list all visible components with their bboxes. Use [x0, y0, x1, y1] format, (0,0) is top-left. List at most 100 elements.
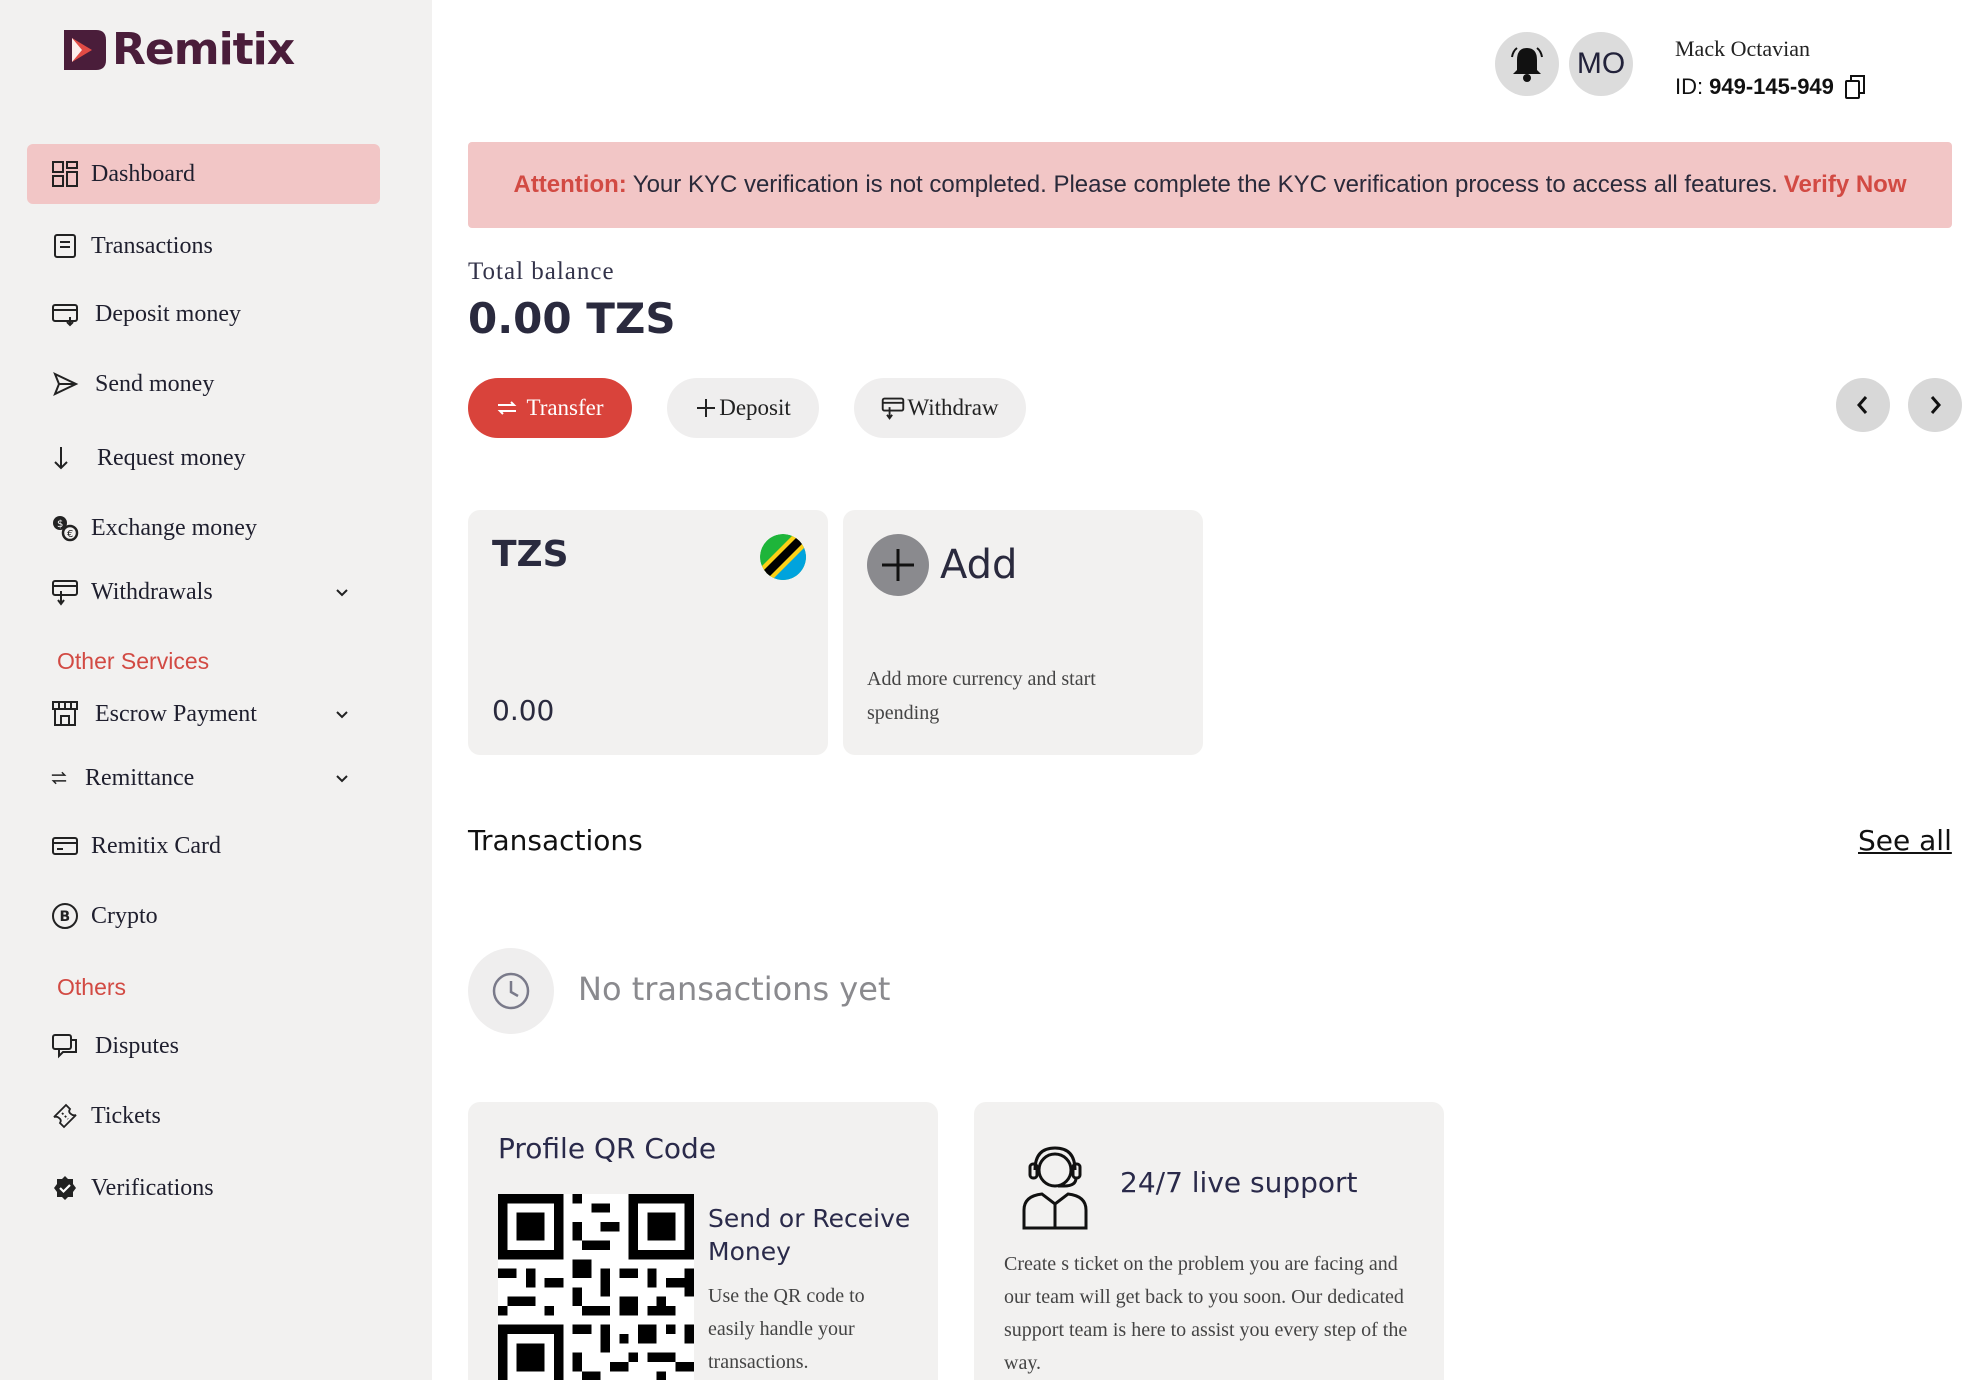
- logo[interactable]: Remitix: [58, 24, 295, 75]
- live-support-card[interactable]: 24/7 live support Create s ticket on the…: [974, 1102, 1444, 1380]
- kyc-alert-banner: Attention: Your KYC verification is not …: [468, 142, 1952, 228]
- support-card-title: 24/7 live support: [1120, 1166, 1358, 1199]
- sidebar-item-exchange-money[interactable]: $ € Exchange money: [27, 498, 380, 558]
- sidebar-item-escrow-payment[interactable]: Escrow Payment: [27, 684, 380, 744]
- bitcoin-icon: B: [49, 900, 81, 932]
- swap-arrows-icon: [498, 401, 517, 415]
- no-transactions-text: No transactions yet: [578, 970, 891, 1008]
- sidebar-item-withdrawals[interactable]: Withdrawals: [27, 562, 380, 622]
- transfer-label: Transfer: [526, 395, 604, 420]
- see-all-link[interactable]: See all: [1858, 824, 1952, 857]
- svg-text:$: $: [57, 519, 63, 530]
- logo-text: Remitix: [112, 24, 295, 75]
- carousel-next-button[interactable]: [1908, 378, 1962, 432]
- sidebar-item-disputes[interactable]: Disputes: [27, 1016, 380, 1076]
- alert-message: Your KYC verification is not completed. …: [632, 171, 1778, 198]
- chevron-down-icon[interactable]: [334, 706, 350, 722]
- svg-text:€: €: [67, 529, 73, 540]
- sidebar-item-label: Transactions: [91, 232, 213, 259]
- bell-icon: [1511, 47, 1543, 82]
- sidebar-item-tickets[interactable]: Tickets: [27, 1086, 380, 1146]
- avatar[interactable]: MO: [1569, 32, 1633, 96]
- sidebar: Remitix Dashboard Transactions Deposit m…: [0, 0, 432, 1380]
- add-currency-label: Add: [940, 542, 1018, 588]
- plus-icon: [882, 549, 914, 581]
- withdraw-button[interactable]: Withdraw: [854, 378, 1026, 438]
- ticket-icon: [49, 1100, 81, 1132]
- sidebar-item-label: Exchange money: [91, 514, 257, 541]
- user-id-value: 949-145-949: [1709, 74, 1834, 99]
- qr-card-title: Profile QR Code: [498, 1132, 717, 1165]
- chevron-right-icon: [1930, 396, 1941, 414]
- total-balance-value: 0.00 TZS: [468, 294, 676, 343]
- sidebar-item-label: Remittance: [85, 764, 195, 791]
- withdraw-icon: [882, 397, 905, 420]
- sidebar-item-label: Verifications: [91, 1174, 214, 1201]
- user-id-label: ID:: [1675, 74, 1704, 99]
- empty-state-icon-wrap: [468, 948, 554, 1034]
- exchange-coins-icon: $ €: [49, 512, 81, 544]
- chevron-down-icon[interactable]: [334, 770, 350, 786]
- qr-card-description: Use the QR code to easily handle your tr…: [708, 1285, 865, 1373]
- tanzania-flag-icon: [760, 534, 806, 580]
- plus-icon: [697, 399, 716, 417]
- notifications-button[interactable]: [1495, 32, 1559, 96]
- verify-now-link[interactable]: Verify Now: [1784, 171, 1907, 199]
- qr-code-icon[interactable]: [498, 1194, 694, 1380]
- chevron-down-icon[interactable]: [334, 584, 350, 600]
- withdraw-label: Withdraw: [907, 395, 999, 420]
- sidebar-item-label: Tickets: [91, 1102, 161, 1129]
- credit-card-icon: [49, 830, 81, 862]
- qr-card-subtitle: Send or Receive Money: [708, 1204, 911, 1266]
- sidebar-item-label: Dashboard: [91, 160, 195, 187]
- total-balance-label: Total balance: [468, 258, 615, 285]
- svg-text:B: B: [60, 909, 71, 925]
- sidebar-item-dashboard[interactable]: Dashboard: [27, 144, 380, 204]
- sidebar-item-label: Disputes: [95, 1032, 179, 1059]
- user-name: Mack Octavian: [1675, 36, 1810, 61]
- clock-icon: [492, 972, 530, 1010]
- sidebar-item-remittance[interactable]: Remittance: [27, 748, 380, 808]
- alert-prefix: Attention:: [513, 171, 627, 198]
- carousel-prev-button[interactable]: [1836, 378, 1890, 432]
- user-id: ID: 949-145-949: [1675, 74, 1866, 100]
- add-currency-button[interactable]: [867, 534, 929, 596]
- transactions-list-icon: [49, 230, 81, 262]
- deposit-label: Deposit: [719, 395, 791, 420]
- add-currency-description: Add more currency and start spending: [867, 668, 1096, 724]
- transactions-title: Transactions: [468, 824, 643, 857]
- headset-support-icon: [1022, 1146, 1088, 1230]
- sidebar-item-send-money[interactable]: Send money: [27, 354, 380, 414]
- arrow-down-icon: [49, 442, 81, 474]
- deposit-button[interactable]: Deposit: [667, 378, 819, 438]
- sidebar-item-label: Escrow Payment: [95, 700, 257, 727]
- copy-icon[interactable]: [1844, 74, 1866, 100]
- verified-badge-icon: [49, 1172, 81, 1204]
- sidebar-item-label: Crypto: [91, 902, 158, 929]
- chat-bubbles-icon: [49, 1030, 81, 1062]
- sidebar-item-label: Remitix Card: [91, 832, 221, 859]
- sidebar-item-crypto[interactable]: B Crypto: [27, 886, 380, 946]
- wallet-amount: 0.00: [492, 694, 555, 727]
- sidebar-item-deposit-money[interactable]: Deposit money: [27, 284, 380, 344]
- add-currency-card[interactable]: Add Add more currency and start spending: [843, 510, 1203, 755]
- deposit-card-icon: [49, 298, 81, 330]
- sidebar-item-request-money[interactable]: Request money: [27, 428, 380, 488]
- sidebar-item-transactions[interactable]: Transactions: [27, 216, 380, 276]
- sidebar-item-label: Request money: [97, 444, 246, 471]
- withdraw-icon: [49, 576, 81, 608]
- sidebar-item-verifications[interactable]: Verifications: [27, 1158, 380, 1218]
- sidebar-item-label: Withdrawals: [91, 578, 213, 605]
- send-arrow-icon: [49, 368, 81, 400]
- wallet-currency-code: TZS: [492, 534, 569, 575]
- dashboard-grid-icon: [49, 158, 81, 190]
- section-title-other-services: Other Services: [57, 648, 210, 674]
- profile-qr-card: Profile QR Code Send or Receive Money Us…: [468, 1102, 938, 1380]
- chevron-left-icon: [1857, 396, 1868, 414]
- store-icon: [49, 698, 81, 730]
- wallet-card-tzs[interactable]: TZS 0.00: [468, 510, 828, 755]
- section-title-others: Others: [57, 974, 127, 1000]
- sidebar-item-label: Send money: [95, 370, 215, 397]
- sidebar-item-remitix-card[interactable]: Remitix Card: [27, 816, 380, 876]
- transfer-button[interactable]: Transfer: [468, 378, 632, 438]
